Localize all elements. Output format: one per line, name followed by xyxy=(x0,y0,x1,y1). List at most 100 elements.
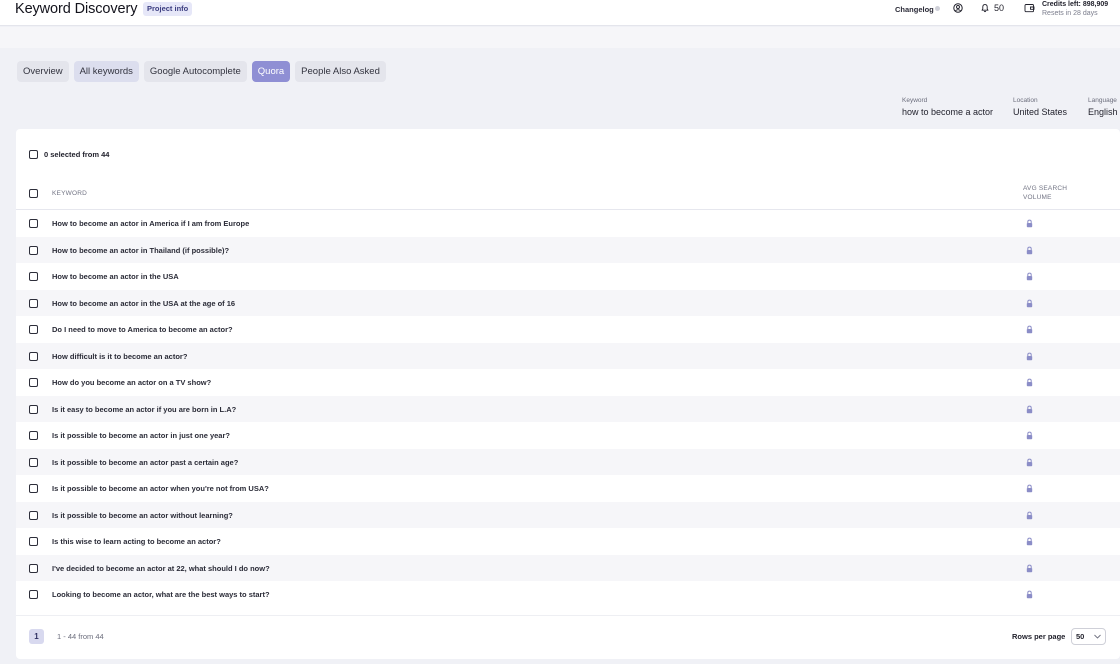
row-keyword: Is this wise to learn acting to become a… xyxy=(52,537,221,546)
table-row[interactable]: How to become an actor in Thailand (if p… xyxy=(16,236,1120,263)
row-checkbox[interactable] xyxy=(29,431,38,440)
location-label: Location xyxy=(1013,97,1038,104)
project-info-badge[interactable]: Project info xyxy=(143,2,193,16)
notification-count: 50 xyxy=(994,3,1005,13)
lock-icon xyxy=(1026,219,1033,228)
row-checkbox[interactable] xyxy=(29,510,38,520)
language-label: Language xyxy=(1088,97,1117,104)
column-header-keyword[interactable]: KEYWORD xyxy=(52,190,87,197)
row-keyword: How to become an actor in the USA at the… xyxy=(52,298,236,308)
lock-icon xyxy=(1026,590,1033,599)
pagination-range: 1 - 44 from 44 xyxy=(57,632,104,641)
tab-overview[interactable]: Overview xyxy=(17,61,69,82)
table-row[interactable]: How difficult is it to become an actor? xyxy=(16,342,1120,369)
table-row[interactable]: Do I need to move to America to become a… xyxy=(16,316,1120,343)
lock-icon xyxy=(1026,378,1033,387)
row-keyword: Is it easy to become an actor if you are… xyxy=(52,404,237,414)
credits-left: Credits left: 898,909 xyxy=(1042,1,1109,8)
select-all-checkbox-top[interactable] xyxy=(29,150,38,159)
row-keyword: Looking to become an actor, what are the… xyxy=(52,590,270,599)
row-keyword: Is it possible to become an actor past a… xyxy=(52,457,239,467)
table-row[interactable]: Is this wise to learn acting to become a… xyxy=(16,528,1120,555)
lock-icon xyxy=(1026,325,1033,334)
tab-all-keywords[interactable]: All keywords xyxy=(73,61,139,82)
chevron-down-icon xyxy=(1094,634,1101,639)
lock-icon xyxy=(1026,484,1033,493)
row-checkbox[interactable] xyxy=(29,457,38,467)
lock-icon xyxy=(1026,458,1033,466)
lock-icon xyxy=(1026,511,1033,519)
row-checkbox[interactable] xyxy=(29,537,38,546)
selected-count: 0 selected from 44 xyxy=(44,150,110,159)
footer-divider xyxy=(16,615,1120,616)
table-row[interactable]: How do you become an actor on a TV show? xyxy=(16,369,1120,396)
table-body: How to become an actor in America if I a… xyxy=(16,210,1120,608)
rows-per-page-label: Rows per page xyxy=(1012,632,1066,641)
table-row[interactable]: How to become an actor in the USA at the… xyxy=(16,289,1120,316)
bell-icon[interactable] xyxy=(980,3,990,13)
row-keyword: Do I need to move to America to become a… xyxy=(52,325,233,334)
wallet-icon xyxy=(1024,4,1035,13)
table-row[interactable]: Is it possible to become an actor in jus… xyxy=(16,422,1120,449)
table-row[interactable]: Looking to become an actor, what are the… xyxy=(16,581,1120,608)
top-bar: Keyword Discovery Project info Changelog… xyxy=(0,0,1120,26)
select-all-checkbox-header[interactable] xyxy=(29,189,38,198)
changelog-link[interactable]: Changelog xyxy=(895,5,934,14)
tab-google-autocomplete[interactable]: Google Autocomplete xyxy=(143,61,247,82)
row-keyword: I've decided to become an actor at 22, w… xyxy=(52,563,270,573)
table-row[interactable]: I've decided to become an actor at 22, w… xyxy=(16,554,1120,581)
subheader-strip xyxy=(0,27,1120,48)
page-button-current[interactable]: 1 xyxy=(29,629,44,644)
row-keyword: How to become an actor in America if I a… xyxy=(52,219,250,228)
rows-per-page-select[interactable]: 50 xyxy=(1071,628,1106,645)
table-row[interactable]: How to become an actor in the USA xyxy=(16,263,1120,290)
row-keyword: How do you become an actor on a TV show? xyxy=(52,378,212,387)
row-checkbox[interactable] xyxy=(29,325,38,334)
row-checkbox[interactable] xyxy=(29,351,38,361)
row-keyword: Is it possible to become an actor withou… xyxy=(52,510,233,520)
lock-icon xyxy=(1026,537,1033,546)
row-keyword: How to become an actor in the USA xyxy=(52,272,179,281)
lock-icon xyxy=(1026,405,1033,413)
keyword-label: Keyword xyxy=(902,97,928,104)
lock-icon xyxy=(1026,564,1033,572)
row-checkbox[interactable] xyxy=(29,484,38,493)
lock-icon xyxy=(1026,299,1033,307)
table-row[interactable]: Is it easy to become an actor if you are… xyxy=(16,395,1120,422)
column-header-avg-search-volume[interactable]: AVG SEARCH VOLUME xyxy=(1023,185,1067,202)
row-keyword: How difficult is it to become an actor? xyxy=(52,351,188,361)
row-checkbox[interactable] xyxy=(29,272,38,281)
language-info: Language English xyxy=(1088,97,1118,118)
keyword-info: Keyword how to become a actor xyxy=(902,97,993,118)
tabs: Overview All keywords Google Autocomplet… xyxy=(17,61,386,82)
lock-icon xyxy=(1026,352,1033,360)
row-checkbox[interactable] xyxy=(29,563,38,573)
language-value: English xyxy=(1088,107,1118,117)
row-checkbox[interactable] xyxy=(29,378,38,387)
location-info: Location United States xyxy=(1013,97,1067,118)
row-keyword: Is it possible to become an actor when y… xyxy=(52,484,269,493)
row-checkbox[interactable] xyxy=(29,298,38,308)
row-checkbox[interactable] xyxy=(29,590,38,599)
location-value: United States xyxy=(1013,107,1068,117)
row-checkbox[interactable] xyxy=(29,245,38,255)
keyword-value: how to become a actor xyxy=(902,107,994,117)
credits-reset-text: Resets in 28 days xyxy=(1042,10,1098,17)
table-row[interactable]: Is it possible to become an actor past a… xyxy=(16,448,1120,475)
lock-icon xyxy=(1026,246,1033,254)
table-row[interactable]: Is it possible to become an actor when y… xyxy=(16,475,1120,502)
rows-per-page-value: 50 xyxy=(1076,632,1085,641)
account-circle-icon[interactable] xyxy=(953,3,963,13)
row-keyword: How to become an actor in Thailand (if p… xyxy=(52,245,230,255)
lock-icon xyxy=(1026,272,1033,281)
tab-people-also-asked[interactable]: People Also Asked xyxy=(295,61,386,82)
changelog-status-dot xyxy=(935,6,940,11)
row-checkbox[interactable] xyxy=(29,219,38,228)
row-checkbox[interactable] xyxy=(29,404,38,414)
table-row[interactable]: Is it possible to become an actor withou… xyxy=(16,501,1120,528)
tab-quora[interactable]: Quora xyxy=(251,61,291,82)
keywords-table-card: 0 selected from 44 KEYWORD AVG SEARCH VOL… xyxy=(16,129,1120,659)
row-keyword: Is it possible to become an actor in jus… xyxy=(52,431,230,440)
table-row[interactable]: How to become an actor in America if I a… xyxy=(16,210,1120,237)
lock-icon xyxy=(1026,431,1033,440)
